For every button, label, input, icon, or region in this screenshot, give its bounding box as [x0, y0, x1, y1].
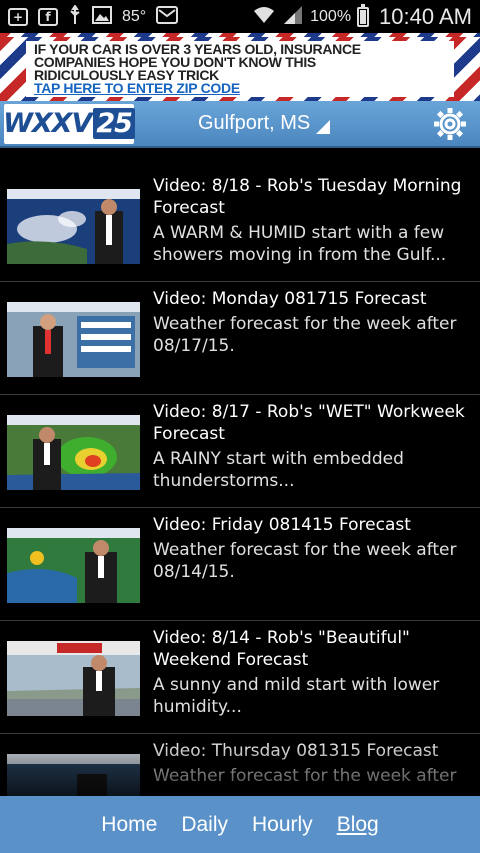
video-thumbnail [7, 189, 140, 264]
dropdown-caret-icon [316, 119, 331, 134]
logo-number: 25 [93, 108, 135, 139]
bottom-nav: Home Daily Hourly Blog [0, 796, 480, 853]
video-item[interactable]: Video: 8/18 - Rob's Tuesday Morning Fore… [0, 169, 480, 282]
video-description: A sunny and mild start with lower humidi… [153, 675, 440, 717]
ad-zip-link[interactable]: TAP HERE TO ENTER ZIP CODE [34, 81, 446, 95]
video-title: Video: Monday 081715 Forecast [153, 289, 427, 309]
clock-text: 10:40 AM [379, 3, 472, 29]
ad-banner[interactable]: IF YOUR CAR IS OVER 3 YEARS OLD, INSURAN… [0, 33, 480, 101]
video-thumbnail [7, 528, 140, 603]
video-thumbnail [7, 754, 140, 796]
temperature-text: 85° [122, 7, 147, 25]
status-bar: + f 85° 100% 10:40 AM [0, 0, 480, 33]
nav-home[interactable]: Home [89, 813, 169, 837]
add-icon: + [8, 7, 28, 26]
nav-blog[interactable]: Blog [325, 813, 391, 837]
station-logo: WXXV 25 [3, 103, 135, 144]
video-description: Weather forecast for the week after [153, 766, 457, 786]
video-list[interactable]: Video: 8/18 - Rob's Tuesday Morning Fore… [0, 150, 480, 796]
battery-percent-text: 100% [310, 7, 352, 25]
video-description: Weather forecast for the week after 08/1… [153, 314, 457, 356]
location-selector[interactable]: Gulfport, MS [198, 112, 331, 135]
video-title: Video: 8/14 - Rob's "Beautiful" Weekend … [153, 628, 410, 670]
image-icon [92, 5, 112, 28]
nav-hourly[interactable]: Hourly [240, 813, 325, 837]
video-item[interactable]: Video: 8/14 - Rob's "Beautiful" Weekend … [0, 621, 480, 734]
video-item[interactable]: Video: Thursday 081315 Forecast Weather … [0, 734, 480, 796]
video-item[interactable]: Video: 8/17 - Rob's "WET" Workweek Forec… [0, 395, 480, 508]
app-header: WXXV 25 Gulfport, MS [0, 101, 480, 148]
video-title: Video: 8/17 - Rob's "WET" Workweek Forec… [153, 402, 465, 444]
usb-icon [68, 3, 82, 29]
video-description: A WARM & HUMID start with a few showers … [153, 223, 447, 265]
video-item[interactable]: Video: Monday 081715 Forecast Weather fo… [0, 282, 480, 395]
gear-icon [434, 107, 466, 140]
video-description: Weather forecast for the week after 08/1… [153, 540, 457, 582]
mail-icon [156, 5, 179, 28]
location-label: Gulfport, MS [198, 112, 311, 134]
logo-text: WXXV [3, 108, 92, 139]
battery-icon [357, 3, 370, 27]
video-title: Video: Friday 081415 Forecast [153, 515, 411, 535]
video-title: Video: Thursday 081315 Forecast [153, 741, 439, 761]
video-item[interactable]: Video: Friday 081415 Forecast Weather fo… [0, 508, 480, 621]
wifi-icon [252, 5, 276, 29]
settings-button[interactable] [432, 106, 468, 142]
video-description: A RAINY start with embedded thunderstorm… [153, 449, 404, 491]
video-title: Video: 8/18 - Rob's Tuesday Morning Fore… [153, 176, 462, 218]
video-thumbnail [7, 302, 140, 377]
signal-icon [282, 5, 304, 29]
nav-daily[interactable]: Daily [169, 813, 240, 837]
facebook-icon: f [38, 7, 58, 26]
video-thumbnail [7, 415, 140, 490]
video-thumbnail [7, 641, 140, 716]
